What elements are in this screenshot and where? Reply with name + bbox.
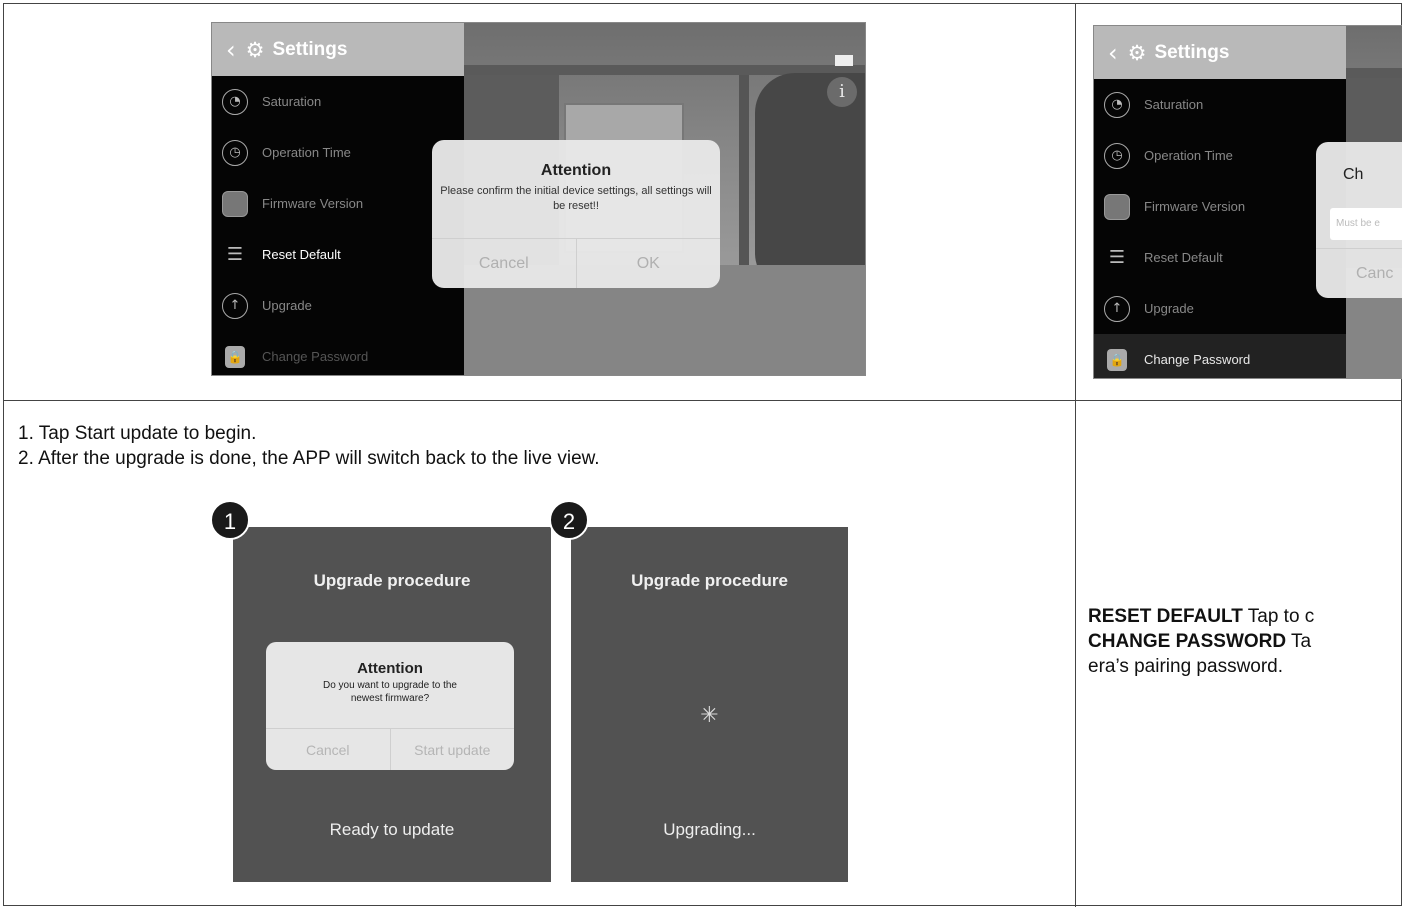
menu-item-reset-default[interactable]: ☰ Reset Default <box>212 229 464 280</box>
back-chevron-icon[interactable]: ‹ <box>226 36 236 64</box>
menu-item-upgrade[interactable]: ↑ Upgrade <box>212 280 464 331</box>
back-chevron-icon[interactable]: ‹ <box>1108 39 1118 67</box>
menu-item-reset-default[interactable]: ☰ Reset Default <box>1094 232 1346 283</box>
ready-status: Ready to update <box>329 820 455 839</box>
sliders-icon: ☰ <box>226 244 244 265</box>
password-input[interactable]: Must be e <box>1330 208 1402 240</box>
menu-item-firmware-version[interactable]: Firmware Version <box>1094 181 1346 232</box>
dialog-title: Attention <box>540 162 612 179</box>
arrow-up-icon: ↑ <box>222 292 248 319</box>
upgrade-title: Upgrade procedure <box>631 571 788 590</box>
saturation-icon: ◔ <box>222 88 248 115</box>
chip-icon <box>1104 193 1130 220</box>
loading-spinner-icon: ✳ <box>700 703 719 728</box>
reset-confirm-dialog: Attention Please confirm the initial dev… <box>432 140 720 288</box>
dialog-title: Attention <box>357 660 423 677</box>
upgrading-status: Upgrading... <box>663 820 756 839</box>
dialog-title: Ch <box>1343 166 1364 183</box>
reset-default-description: RESET DEFAULT Tap to c <box>1088 606 1315 627</box>
dialog-message: Do you want to upgrade to the newest fir… <box>323 680 457 704</box>
settings-menu: ‹ ⚙ Settings ◔ Saturation ◷ Operation Ti… <box>212 23 464 375</box>
clock-icon: ◷ <box>1104 142 1130 169</box>
settings-title: Settings <box>1154 41 1230 63</box>
gear-icon: ⚙ <box>1127 40 1147 65</box>
settings-title: Settings <box>272 38 348 60</box>
step-1-text: 1. Tap Start update to begin. <box>18 423 257 444</box>
menu-item-firmware-version[interactable]: Firmware Version <box>212 178 464 229</box>
menu-item-change-password[interactable]: 🔒 Change Password <box>1094 334 1346 378</box>
settings-menu: ‹ ⚙ Settings ◔ Saturation ◷ Operation Ti… <box>1094 26 1346 378</box>
clock-icon: ◷ <box>222 139 248 166</box>
upgrade-screen-progress: Upgrade procedure ✳ Upgrading... <box>571 527 848 882</box>
step-badge-1: 1 <box>210 500 250 540</box>
menu-item-saturation[interactable]: ◔ Saturation <box>212 76 464 127</box>
change-password-description-cont: era’s pairing password. <box>1088 656 1284 677</box>
start-update-button[interactable]: Start update <box>389 729 515 770</box>
ok-button[interactable]: OK <box>575 239 721 288</box>
change-password-description: CHANGE PASSWORD Ta <box>1088 631 1312 652</box>
menu-item-saturation[interactable]: ◔ Saturation <box>1094 79 1346 130</box>
chip-icon <box>222 190 248 217</box>
settings-header: ‹ ⚙ Settings <box>212 23 464 76</box>
upgrade-title: Upgrade procedure <box>313 571 471 590</box>
info-icon[interactable]: i <box>827 77 857 107</box>
upgrade-confirm-dialog: Attention Do you want to upgrade to the … <box>266 642 514 770</box>
arrow-up-icon: ↑ <box>1104 295 1130 322</box>
step-badge-2: 2 <box>549 500 589 540</box>
gear-icon: ⚙ <box>245 37 265 62</box>
column-divider <box>1075 4 1076 907</box>
cancel-button[interactable]: Cancel <box>266 729 390 770</box>
change-password-dialog: Ch Must be e Canc <box>1316 142 1402 298</box>
lock-icon: 🔒 <box>1107 348 1127 371</box>
sliders-icon: ☰ <box>1108 247 1126 268</box>
row-divider <box>4 400 1402 401</box>
saturation-icon: ◔ <box>1104 91 1130 118</box>
menu-item-change-password[interactable]: 🔒 Change Password <box>212 331 464 375</box>
feature-descriptions: RESET DEFAULT Tap to c CHANGE PASSWORD T… <box>1088 604 1314 679</box>
menu-item-operation-time[interactable]: ◷ Operation Time <box>1094 130 1346 181</box>
upgrade-instructions: 1. Tap Start update to begin. 2. After t… <box>18 421 600 471</box>
menu-item-upgrade[interactable]: ↑ Upgrade <box>1094 283 1346 334</box>
menu-item-operation-time[interactable]: ◷ Operation Time <box>212 127 464 178</box>
cancel-button[interactable]: Cancel <box>432 239 576 288</box>
dialog-message: Please confirm the initial device settin… <box>440 185 712 212</box>
tree <box>755 73 865 293</box>
step-2-text: 2. After the upgrade is done, the APP wi… <box>18 448 600 469</box>
battery-icon <box>835 55 853 66</box>
cancel-button[interactable]: Canc <box>1316 249 1402 298</box>
settings-header: ‹ ⚙ Settings <box>1094 26 1346 79</box>
lock-icon: 🔒 <box>225 345 245 368</box>
